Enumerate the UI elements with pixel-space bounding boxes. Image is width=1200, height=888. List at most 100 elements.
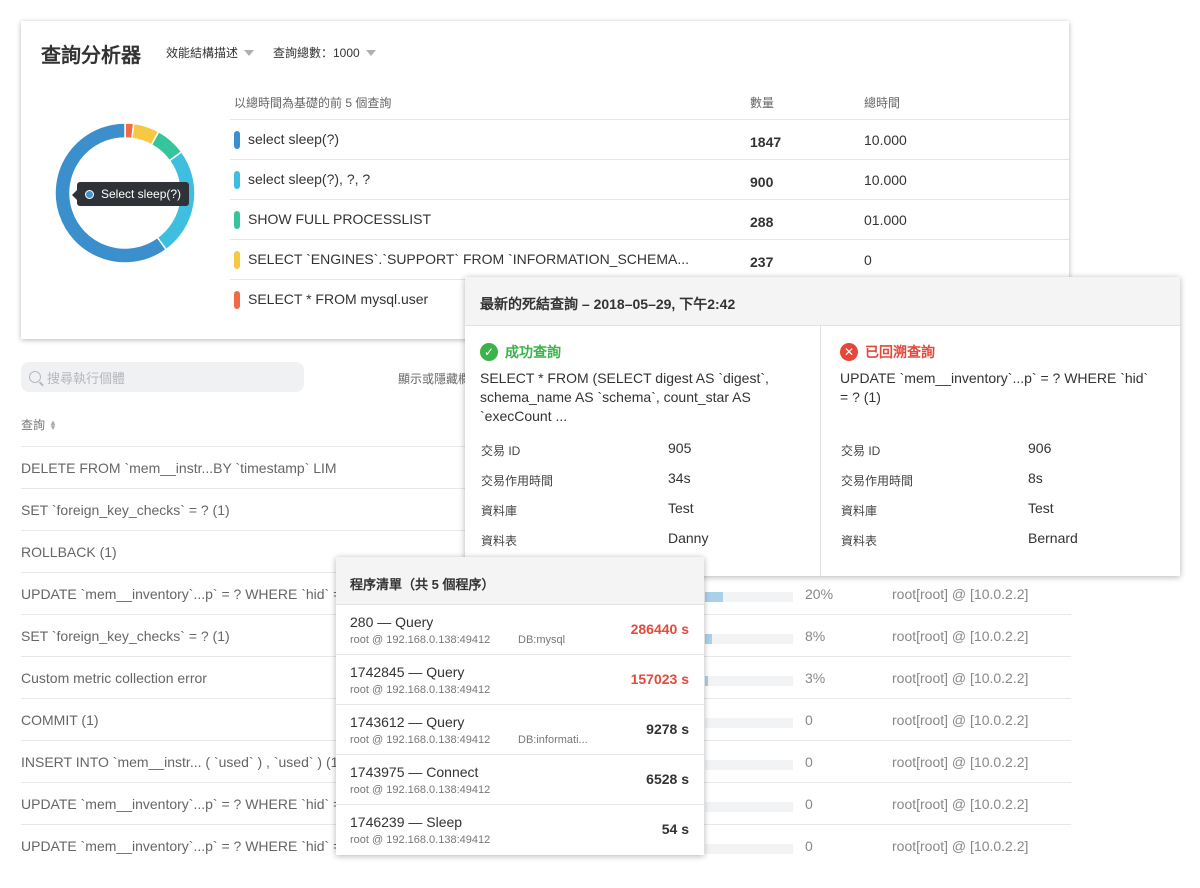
- process-list-items: 280 — Query root @ 192.168.0.138:49412 DB:…: [336, 605, 704, 855]
- detail-key: 資料庫: [481, 504, 518, 518]
- mode-dropdown[interactable]: 效能結構描述: [166, 44, 255, 61]
- rolled-back-query-panel: ✕ 已回溯查詢 UPDATE `mem__inventory`...p` = ? W…: [820, 326, 1180, 576]
- percent-value: 3%: [805, 670, 826, 686]
- mode-dropdown-label: 效能結構描述: [166, 46, 239, 60]
- chevron-down-icon: [365, 49, 376, 56]
- process-duration: 6528 s: [646, 771, 689, 787]
- column-header-query[interactable]: 查詢 ▲ ▼: [21, 416, 57, 433]
- page-title: 查詢分析器: [41, 45, 141, 67]
- query-name: select sleep(?): [248, 131, 340, 147]
- user-host: root[root] @ [10.0.2.2]: [892, 754, 1029, 770]
- process-db: DB:mysql: [518, 634, 566, 646]
- query-text: UPDATE `mem__inventory`...p` = ? WHERE `…: [21, 838, 336, 854]
- table-row[interactable]: select sleep(?) 1847 10.000: [230, 119, 1069, 159]
- detail-value: 8s: [1028, 470, 1043, 486]
- query-text: DELETE FROM `mem__instr...BY `timestamp`…: [21, 460, 336, 476]
- list-item[interactable]: 280 — Query root @ 192.168.0.138:49412 DB:…: [336, 605, 704, 655]
- process-duration: 286440 s: [630, 621, 689, 637]
- column-header-total-time: 總時間: [864, 96, 901, 110]
- query-text: UPDATE `mem__inventory`...p` = ? WHERE `…: [21, 796, 336, 812]
- process-title: 1743975 — Connect: [350, 764, 479, 780]
- process-db: DB:informati...: [518, 734, 588, 746]
- search-placeholder: 搜尋執行個體: [47, 370, 126, 386]
- x-circle-icon: ✕: [840, 343, 858, 361]
- success-query-panel: ✓ 成功查詢 SELECT * FROM (SELECT digest AS `di…: [465, 326, 820, 576]
- query-text: ROLLBACK (1): [21, 544, 117, 560]
- detail-value: Test: [668, 500, 694, 516]
- percent-bar: [705, 802, 793, 812]
- detail-value: Bernard: [1028, 530, 1078, 546]
- process-title: 1743612 — Query: [350, 714, 465, 730]
- user-host: root[root] @ [10.0.2.2]: [892, 670, 1029, 686]
- percent-value: 8%: [805, 628, 826, 644]
- query-total-time: 10.000: [864, 172, 907, 188]
- process-title: 1746239 — Sleep: [350, 814, 463, 830]
- detail-value: Test: [1028, 500, 1054, 516]
- user-host: root[root] @ [10.0.2.2]: [892, 712, 1029, 728]
- show-hide-columns-link[interactable]: 顯示或隱藏欄: [398, 370, 470, 387]
- list-item[interactable]: 1743612 — Query root @ 192.168.0.138:4941…: [336, 705, 704, 755]
- query-text: UPDATE `mem__inventory`...p` = ? WHERE `…: [21, 586, 336, 602]
- table-row[interactable]: SELECT `ENGINES`.`SUPPORT` FROM `INFORMA…: [230, 239, 1069, 279]
- percent-bar: [705, 634, 793, 644]
- table-row[interactable]: select sleep(?), ?, ? 900 10.000: [230, 159, 1069, 199]
- detail-key: 資料表: [841, 534, 878, 548]
- process-host: root @ 192.168.0.138:49412: [350, 684, 491, 696]
- process-title: 1742845 — Query: [350, 664, 465, 680]
- percent-bar: [705, 676, 793, 686]
- detail-value: Danny: [668, 530, 709, 546]
- process-host: root @ 192.168.0.138:49412: [350, 784, 491, 796]
- table-heading: 以總時間為基礎的前 5 個查詢: [234, 96, 392, 110]
- process-duration: 9278 s: [646, 721, 689, 737]
- percent-bar: [705, 844, 793, 854]
- percent-bar: [705, 592, 793, 602]
- query-text: Custom metric collection error: [21, 670, 207, 686]
- process-list-title: 程序清單（共 5 個程序）: [336, 557, 704, 605]
- column-header-label: 查詢: [21, 418, 46, 432]
- detail-value: 34s: [668, 470, 691, 486]
- query-name: SELECT `ENGINES`.`SUPPORT` FROM `INFORMA…: [248, 251, 690, 267]
- search-icon: [29, 371, 41, 383]
- query-total-time: 01.000: [864, 212, 907, 228]
- query-name: SELECT * FROM mysql.user: [248, 291, 429, 307]
- list-item[interactable]: 1743975 — Connect root @ 192.168.0.138:49…: [336, 755, 704, 805]
- column-header-count: 數量: [750, 96, 775, 110]
- search-input[interactable]: 搜尋執行個體: [21, 362, 304, 392]
- rolled-back-status: ✕ 已回溯查詢: [840, 342, 935, 362]
- success-status: ✓ 成功查詢: [480, 342, 561, 362]
- query-count-dropdown[interactable]: 查詢總數：1000: [273, 44, 376, 61]
- detail-key: 交易 ID: [841, 444, 881, 458]
- process-duration: 157023 s: [630, 671, 689, 687]
- table-row[interactable]: SHOW FULL PROCESSLIST 288 01.000: [230, 199, 1069, 239]
- chart-tooltip: Select sleep(?): [71, 182, 190, 206]
- process-title: 280 — Query: [350, 614, 434, 630]
- list-item[interactable]: 1746239 — Sleep root @ 192.168.0.138:4941…: [336, 805, 704, 855]
- percent-value: 0: [805, 712, 813, 728]
- percent-bar-fill: [705, 676, 708, 686]
- query-total-time: 0: [864, 252, 872, 268]
- query-name: SHOW FULL PROCESSLIST: [248, 211, 432, 227]
- query-count: 900: [750, 174, 774, 190]
- process-list-card: 程序清單（共 5 個程序） 280 — Query root @ 192.168.…: [336, 557, 704, 855]
- deadlock-card: 最新的死結查詢 – 2018–05–29, 下午2:42 ✓ 成功查詢 SELECT…: [465, 277, 1180, 576]
- detail-key: 交易作用時間: [841, 474, 914, 488]
- chevron-down-icon: [244, 49, 255, 56]
- list-item[interactable]: 1742845 — Query root @ 192.168.0.138:4941…: [336, 655, 704, 705]
- percent-bar-fill: [705, 634, 712, 644]
- query-sql: SELECT * FROM (SELECT digest AS `digest`…: [480, 370, 769, 424]
- query-text: INSERT INTO `mem__instr... ( `used` ) , …: [21, 754, 336, 770]
- detail-key: 交易作用時間: [481, 474, 554, 488]
- deadlock-title: 最新的死結查詢 – 2018–05–29, 下午2:42: [465, 277, 1180, 326]
- percent-bar: [705, 718, 793, 728]
- status-label: 成功查詢: [505, 344, 561, 360]
- check-circle-icon: ✓: [480, 343, 498, 361]
- query-count: 237: [750, 254, 774, 270]
- status-label: 已回溯查詢: [865, 344, 935, 360]
- series-swatch: [234, 291, 240, 309]
- sort-icon: ▲ ▼: [49, 417, 57, 432]
- process-host: root @ 192.168.0.138:49412: [350, 634, 491, 646]
- process-host: root @ 192.168.0.138:49412: [350, 734, 491, 746]
- user-host: root[root] @ [10.0.2.2]: [892, 586, 1029, 602]
- detail-value: 906: [1028, 440, 1052, 456]
- user-host: root[root] @ [10.0.2.2]: [892, 628, 1029, 644]
